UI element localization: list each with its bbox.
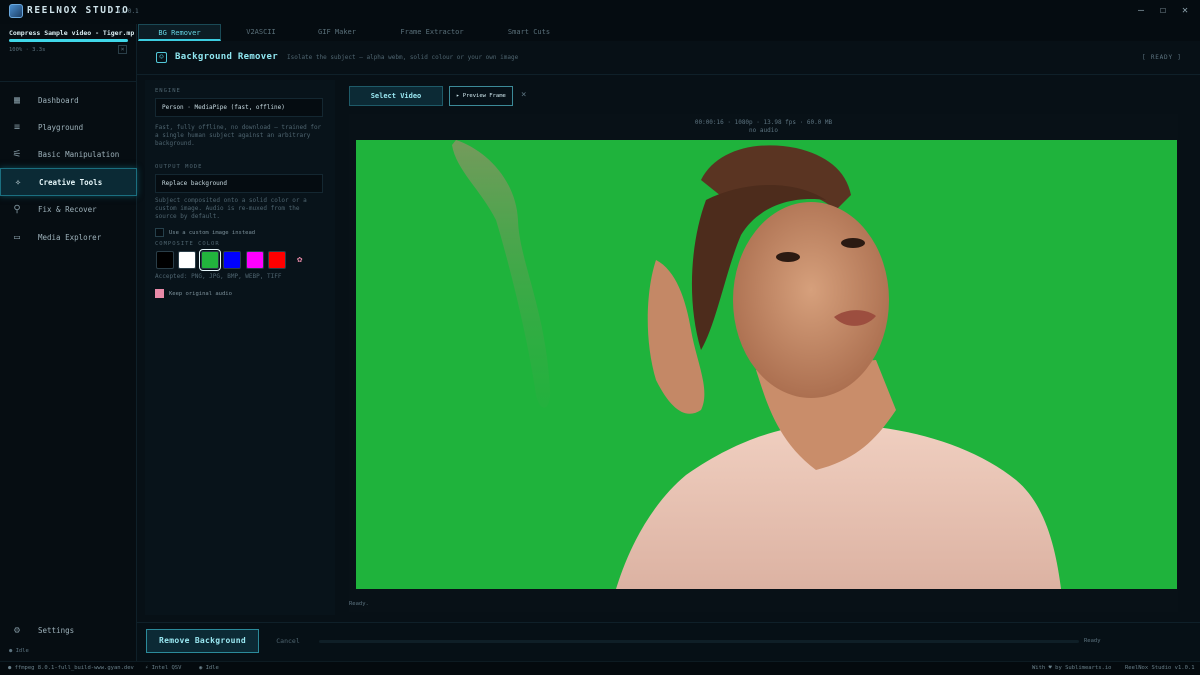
sidebar-item-label: Creative Tools	[39, 178, 103, 187]
options-panel: ENGINE Person · MediaPipe (fast, offline…	[145, 80, 335, 615]
engine-state: ◉ Idle	[199, 665, 219, 671]
engine-help: Fast, fully offline, no download — train…	[155, 124, 322, 147]
sparkles-icon: ✧	[14, 177, 22, 188]
active-job: Compress Sample video - Tiger.mp 100% · …	[0, 24, 137, 82]
tab-gif-maker[interactable]: GIF Maker	[301, 24, 373, 41]
job-progress-bar	[9, 39, 128, 42]
app-logo-icon	[9, 4, 23, 18]
engine-label: ENGINE	[155, 88, 181, 94]
sidebar-item-label: Fix & Recover	[38, 205, 97, 214]
sliders-icon: ⚟	[12, 149, 22, 160]
tab-smart-cuts[interactable]: Smart Cuts	[491, 24, 567, 41]
person-icon: ☺	[156, 52, 167, 63]
sidebar-item-basic-manipulation[interactable]: ⚟ Basic Manipulation	[0, 141, 137, 169]
remove-background-button[interactable]: Remove Background	[146, 629, 259, 653]
progress-label: Ready	[1084, 638, 1101, 644]
sidebar-item-label: Basic Manipulation	[38, 150, 120, 159]
sidebar: Compress Sample video - Tiger.mp 100% · …	[0, 24, 137, 661]
sidebar-item-playground[interactable]: ≡ Playground	[0, 114, 137, 142]
output-mode-select[interactable]: Replace background	[155, 174, 323, 193]
select-video-button[interactable]: Select Video	[349, 86, 443, 106]
keep-audio-label: Keep original audio	[169, 291, 232, 297]
custom-image-checkbox[interactable]	[155, 228, 164, 237]
cancel-button[interactable]: Cancel	[265, 629, 311, 653]
ffmpeg-status: ● ffmpeg 8.0.1-full_build-www.gyan.dev	[8, 665, 134, 671]
palette-icon[interactable]: ✿	[297, 255, 302, 265]
color-swatch-green[interactable]	[199, 249, 221, 271]
status-bar: ● ffmpeg 8.0.1-full_build-www.gyan.dev ⚡…	[0, 661, 1200, 675]
sidebar-item-label: Dashboard	[38, 96, 79, 105]
keep-audio-checkbox[interactable]	[155, 289, 164, 298]
preview-frame	[356, 140, 1177, 589]
clear-video-button[interactable]: ×	[521, 90, 526, 100]
job-meta: 100% · 3.3s	[9, 47, 46, 53]
wrench-icon: ⚲	[13, 204, 21, 215]
action-bar: Remove Background Cancel Ready	[137, 622, 1200, 661]
tool-tabs: BG Remover V2ASCII GIF Maker Frame Extra…	[137, 24, 1200, 41]
video-meta: 00:00:16 · 1080p · 13.98 fps · 60.0 MB	[694, 119, 833, 126]
engine-select[interactable]: Person · MediaPipe (fast, offline)	[155, 98, 323, 117]
sidebar-item-settings[interactable]: ⚙ Settings	[0, 617, 137, 645]
minimize-button[interactable]: —	[1133, 4, 1149, 18]
color-swatch-red[interactable]	[268, 251, 286, 269]
color-swatch-magenta[interactable]	[246, 251, 264, 269]
preview-status: Ready.	[349, 601, 369, 607]
tool-description: Isolate the subject — alpha webm, solid …	[287, 54, 519, 61]
composite-color-label: COMPOSITE COLOR	[155, 241, 220, 247]
gear-icon: ⚙	[13, 625, 21, 636]
sidebar-item-label: Playground	[38, 123, 84, 132]
close-window-button[interactable]: ✕	[1177, 4, 1193, 18]
remove-progress-bar	[319, 640, 1079, 643]
video-audio-meta: no audio	[749, 127, 778, 134]
tab-bg-remover[interactable]: BG Remover	[138, 24, 221, 41]
tool-header: ☺ Background Remover Isolate the subject…	[137, 41, 1200, 75]
output-mode-label: OUTPUT MODE	[155, 164, 203, 170]
preview-frame-image	[452, 140, 1061, 589]
folder-icon: ▭	[13, 232, 21, 243]
app-name: REELNOX STUDIO	[27, 5, 130, 16]
custom-image-label: Use a custom image instead	[169, 230, 256, 236]
app-version: v1.0.1	[117, 8, 139, 15]
dashboard-icon: ▦	[13, 95, 21, 106]
tool-title: Background Remover	[175, 52, 278, 62]
sidebar-item-label: Media Explorer	[38, 233, 102, 242]
maximize-button[interactable]: ☐	[1155, 4, 1171, 18]
preview-frame-button[interactable]: ▸ Preview Frame	[449, 86, 513, 106]
sidebar-status: ● Idle	[9, 648, 29, 654]
color-swatch-blue[interactable]	[223, 251, 241, 269]
gpu-status: ⚡ Intel QSV	[145, 665, 182, 671]
tab-frame-extractor[interactable]: Frame Extractor	[373, 24, 491, 41]
output-mode-help: Subject composited onto a solid color or…	[155, 197, 307, 220]
sidebar-item-creative-tools[interactable]: ✧ Creative Tools	[0, 168, 137, 196]
job-dismiss-button[interactable]: ×	[118, 45, 127, 54]
tab-v2ascii[interactable]: V2ASCII	[221, 24, 301, 41]
credit-text: With ♥ by Sublimearts.io	[1032, 665, 1112, 671]
title-bar: REELNOX STUDIO v1.0.1 — ☐ ✕	[0, 0, 1200, 24]
sidebar-item-label: Settings	[38, 626, 75, 635]
sidebar-item-fix-recover[interactable]: ⚲ Fix & Recover	[0, 196, 137, 224]
job-title: Compress Sample video - Tiger.mp	[9, 29, 135, 37]
tool-status-badge: [ READY ]	[1142, 54, 1182, 61]
version-text: ReelNox Studio v1.0.1	[1125, 665, 1195, 671]
sidebar-item-dashboard[interactable]: ▦ Dashboard	[0, 87, 137, 115]
color-swatch-white[interactable]	[178, 251, 196, 269]
color-swatch-black[interactable]	[156, 251, 174, 269]
sidebar-item-media-explorer[interactable]: ▭ Media Explorer	[0, 224, 137, 252]
accepted-formats: Accepted: PNG, JPG, BMP, WEBP, TIFF	[155, 273, 282, 280]
playground-icon: ≡	[13, 122, 21, 133]
